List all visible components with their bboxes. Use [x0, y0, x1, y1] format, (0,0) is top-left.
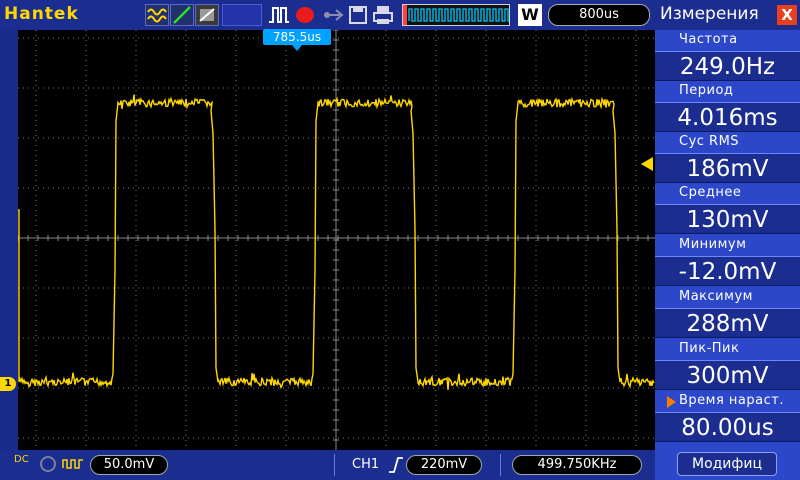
waveform-grid	[18, 30, 655, 450]
trigger-channel-label: CH1	[352, 457, 380, 472]
record-icon[interactable]	[296, 7, 314, 23]
trigger-level-marker[interactable]	[641, 157, 653, 171]
close-icon[interactable]: X	[777, 5, 797, 25]
measurement-value[interactable]: 300mV	[655, 360, 800, 390]
status-blank	[222, 4, 262, 26]
measurement-value[interactable]: 288mV	[655, 308, 800, 338]
panel-title: Измерения	[660, 4, 759, 24]
measurement-value[interactable]: 186mV	[655, 153, 800, 183]
measurement-panel: Измерения X Частота 249.0Hz Период 4.016…	[655, 0, 800, 480]
volts-per-div-display[interactable]: 50.0mV	[90, 455, 168, 475]
measurement-value[interactable]: 249.0Hz	[655, 51, 800, 81]
modify-button[interactable]: Модифиц	[677, 452, 777, 476]
divider	[500, 454, 501, 476]
brand-logo: Hantek	[4, 4, 79, 24]
channel1-ground-marker[interactable]: 1	[0, 377, 16, 391]
printer-icon[interactable]	[372, 4, 394, 26]
zoom-window-button[interactable]: W	[518, 4, 542, 26]
waveform-overview[interactable]	[402, 4, 511, 26]
measurement-label: Частота	[679, 32, 738, 47]
top-toolbar: Hantek W 800us	[0, 0, 655, 30]
measurement-label: Среднее	[679, 185, 742, 200]
measurement-label: Пик-Пик	[679, 341, 740, 356]
trigger-position-label: 785.5us	[263, 29, 331, 45]
frequency-display: 499.750KHz	[512, 455, 642, 475]
trigger-level-display[interactable]: 220mV	[406, 455, 482, 475]
measurement-value[interactable]: 80.00us	[655, 412, 800, 442]
measurement-value[interactable]: -12.0mV	[655, 256, 800, 286]
panel-header: Измерения X	[655, 0, 800, 30]
measurement-value[interactable]: 4.016ms	[655, 102, 800, 132]
acquire-average-icon[interactable]	[195, 4, 219, 26]
measurement-label: Минимум	[679, 237, 747, 252]
usb-icon	[322, 4, 344, 26]
measurement-label: Время нараст.	[679, 393, 784, 408]
save-icon[interactable]	[348, 4, 368, 26]
invert-icon[interactable]	[40, 456, 56, 472]
run-pulse-icon[interactable]	[268, 4, 290, 26]
bandwidth-limit-icon[interactable]	[62, 456, 84, 475]
acquire-peak-icon[interactable]	[170, 4, 194, 26]
timebase-display[interactable]: 800us	[548, 4, 650, 26]
rising-edge-icon[interactable]	[388, 456, 404, 477]
trigger-position-marker[interactable]	[292, 45, 302, 51]
oscilloscope-display	[18, 30, 655, 450]
coupling-label[interactable]: DC	[14, 455, 29, 465]
acquire-normal-icon[interactable]	[145, 4, 169, 26]
measurement-label: Максимум	[679, 289, 753, 304]
measurement-label: Cyc RMS	[679, 134, 740, 149]
divider	[334, 454, 335, 476]
measurement-label: Период	[679, 83, 734, 98]
status-bar: DC 50.0mV CH1 220mV 499.750KHz	[0, 450, 655, 480]
measurement-value[interactable]: 130mV	[655, 204, 800, 234]
